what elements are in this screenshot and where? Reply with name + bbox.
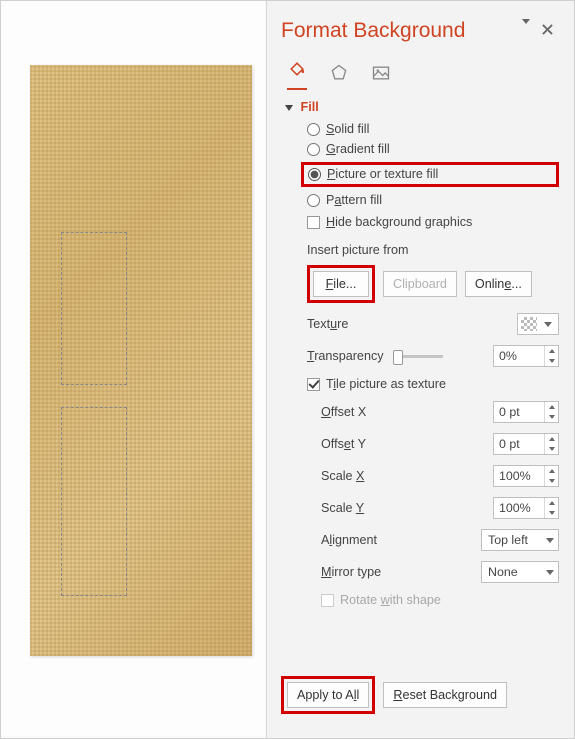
mirror-type-label: Mirror type (321, 565, 381, 579)
effects-tab-icon[interactable] (329, 63, 349, 86)
highlight-file-button: File... (307, 265, 375, 303)
scale-y-spinner[interactable]: 100% (493, 497, 559, 519)
apply-to-all-button[interactable]: Apply to All (287, 682, 369, 708)
scale-x-spinner[interactable]: 100% (493, 465, 559, 487)
alignment-label: Alignment (321, 533, 377, 547)
online-button[interactable]: Online... (465, 271, 532, 297)
texture-picker[interactable] (517, 313, 559, 335)
reset-background-button[interactable]: Reset Background (383, 682, 507, 708)
file-button[interactable]: File... (313, 271, 369, 297)
clipboard-button: Clipboard (383, 271, 457, 297)
radio-pattern-fill[interactable]: Pattern fill (307, 193, 559, 207)
scale-y-value: 100% (494, 498, 544, 518)
alignment-value: Top left (488, 533, 528, 547)
transparency-label: Transparency (307, 349, 445, 363)
checkbox-hide-background[interactable]: Hide background graphics (307, 215, 559, 229)
fill-tab-icon[interactable] (287, 59, 307, 90)
slide-canvas (1, 1, 265, 736)
mirror-type-dropdown[interactable]: None (481, 561, 559, 583)
texture-swatch-icon (521, 317, 537, 331)
picture-tab-icon[interactable] (371, 63, 391, 86)
offset-y-value: 0 pt (494, 434, 544, 454)
transparency-spinner[interactable]: 0% (493, 345, 559, 367)
highlight-picture-fill: Picture or texture fill (301, 162, 559, 187)
close-icon[interactable] (542, 24, 553, 38)
highlight-apply-all-button: Apply to All (281, 676, 375, 714)
slide-preview (30, 65, 252, 656)
radio-picture-texture-fill[interactable]: Picture or texture fill (308, 167, 438, 181)
panel-menu-dropdown-icon[interactable] (522, 24, 530, 38)
collapse-triangle-icon (285, 105, 293, 111)
checkbox-tile-picture[interactable]: Tile picture as texture (307, 377, 559, 391)
transparency-value: 0% (494, 346, 544, 366)
checkbox-disabled-icon (321, 594, 334, 607)
texture-label: Texture (307, 317, 348, 331)
checkbox-icon (307, 216, 320, 229)
scale-x-value: 100% (494, 466, 544, 486)
radio-solid-fill[interactable]: Solid fill (307, 122, 559, 136)
insert-picture-from-label: Insert picture from (307, 243, 559, 257)
offset-y-spinner[interactable]: 0 pt (493, 433, 559, 455)
checkbox-checked-icon (307, 378, 320, 391)
panel-header: Format Background (281, 19, 559, 43)
offset-x-label: Offset X (321, 405, 366, 419)
panel-title: Format Background (281, 19, 465, 43)
chevron-down-icon (546, 570, 554, 575)
scale-y-label: Scale Y (321, 501, 364, 515)
checkbox-rotate-with-shape: Rotate with shape (321, 593, 559, 607)
format-background-panel: Format Background Fill Solid fill Gradie… (267, 1, 574, 738)
transparency-slider[interactable] (393, 355, 443, 358)
fill-section-header[interactable]: Fill (285, 100, 559, 114)
alignment-dropdown[interactable]: Top left (481, 529, 559, 551)
offset-x-spinner[interactable]: 0 pt (493, 401, 559, 423)
tab-row (287, 59, 559, 90)
placeholder-2[interactable] (61, 407, 127, 596)
offset-y-label: Offset Y (321, 437, 366, 451)
section-label: Fill (301, 100, 319, 114)
chevron-down-icon (546, 538, 554, 543)
chevron-down-icon (537, 322, 558, 327)
radio-gradient-fill[interactable]: Gradient fill (307, 142, 559, 156)
offset-x-value: 0 pt (494, 402, 544, 422)
mirror-value: None (488, 565, 518, 579)
scale-x-label: Scale X (321, 469, 364, 483)
placeholder-1[interactable] (61, 232, 127, 385)
